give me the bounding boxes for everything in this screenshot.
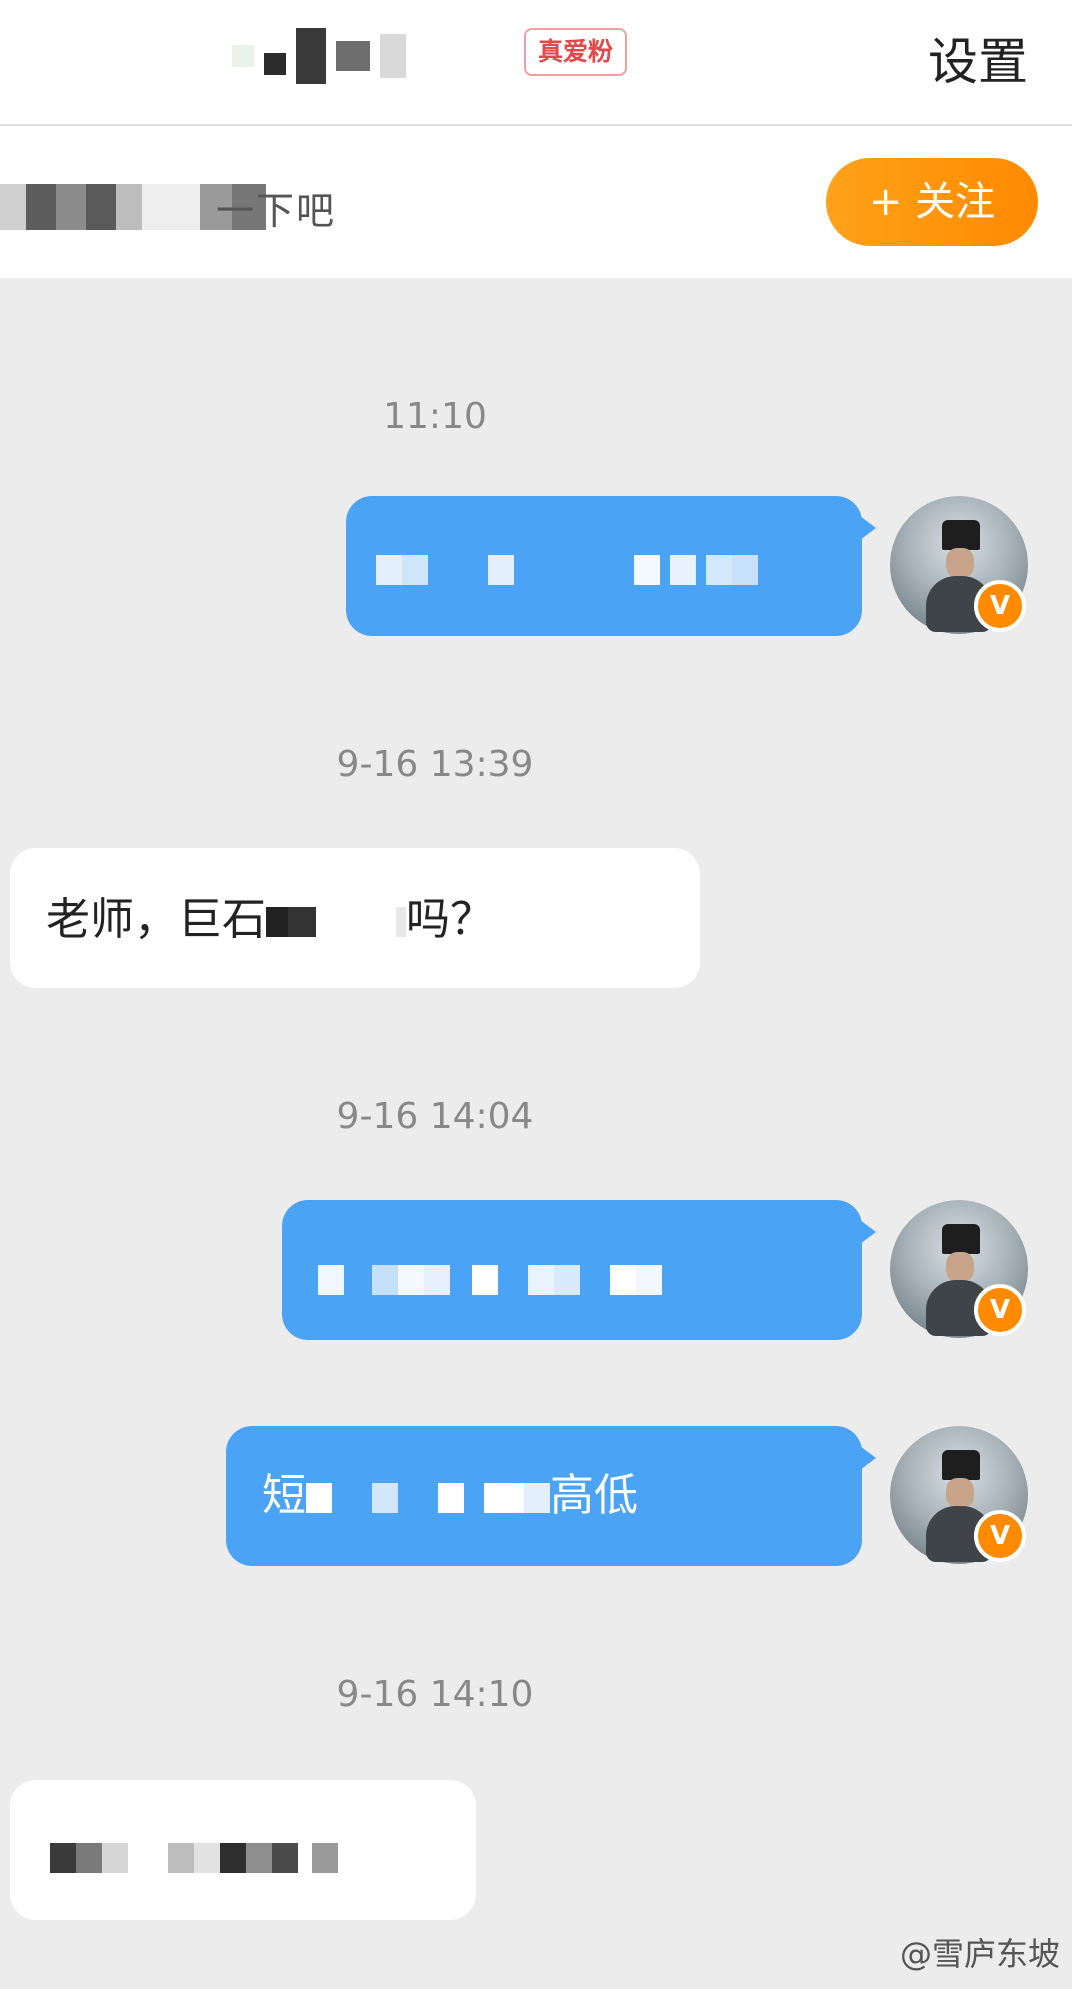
message-text-end: 高低 (550, 1470, 638, 1521)
avatar-face (946, 548, 974, 578)
avatar-face (946, 1252, 974, 1282)
notice-text: 一下吧 (216, 189, 337, 233)
verified-badge-icon: V (974, 1510, 1026, 1562)
timestamp: 9-16 13:39 (336, 744, 534, 785)
message-bubble-outgoing[interactable] (282, 1200, 876, 1340)
timestamp: 9-16 14:10 (336, 1674, 534, 1715)
message-bubble-incoming[interactable] (10, 1780, 476, 1920)
my-avatar[interactable]: V (890, 1200, 1028, 1338)
timestamp: 9-16 14:04 (336, 1096, 534, 1137)
message-text-start: 老师，巨石 (46, 894, 266, 945)
blurred-text (266, 907, 406, 937)
message-bubble-outgoing[interactable]: 短 高低 (226, 1426, 876, 1566)
true-fan-badge: 真爱粉 (524, 28, 628, 76)
follow-button[interactable]: + 关注 (826, 158, 1038, 246)
verified-badge-icon: V (974, 1284, 1026, 1336)
settings-button[interactable]: 设置 (928, 22, 1028, 94)
weibo-watermark: @雪庐东坡 (899, 1935, 1060, 1973)
avatar-hat (942, 1224, 980, 1254)
message-text-end: 吗？ (406, 894, 494, 945)
my-avatar[interactable]: V (890, 496, 1028, 634)
blurred-text (376, 555, 758, 585)
message-text-start: 短 (262, 1470, 306, 1521)
verified-badge-icon: V (974, 580, 1026, 632)
blurred-text (318, 1265, 662, 1295)
chat-header: 真爱粉 设置 (0, 0, 1072, 126)
avatar-face (946, 1478, 974, 1508)
blurred-text (306, 1483, 550, 1513)
message-bubble-incoming[interactable]: 老师，巨石 吗？ (10, 848, 700, 988)
my-avatar[interactable]: V (890, 1426, 1028, 1564)
message-bubble-outgoing[interactable] (346, 496, 876, 636)
avatar-hat (942, 1450, 980, 1480)
avatar-hat (942, 520, 980, 550)
contact-name-blurred (232, 22, 502, 90)
timestamp: 11:10 (383, 396, 487, 437)
blurred-text (50, 1843, 338, 1873)
